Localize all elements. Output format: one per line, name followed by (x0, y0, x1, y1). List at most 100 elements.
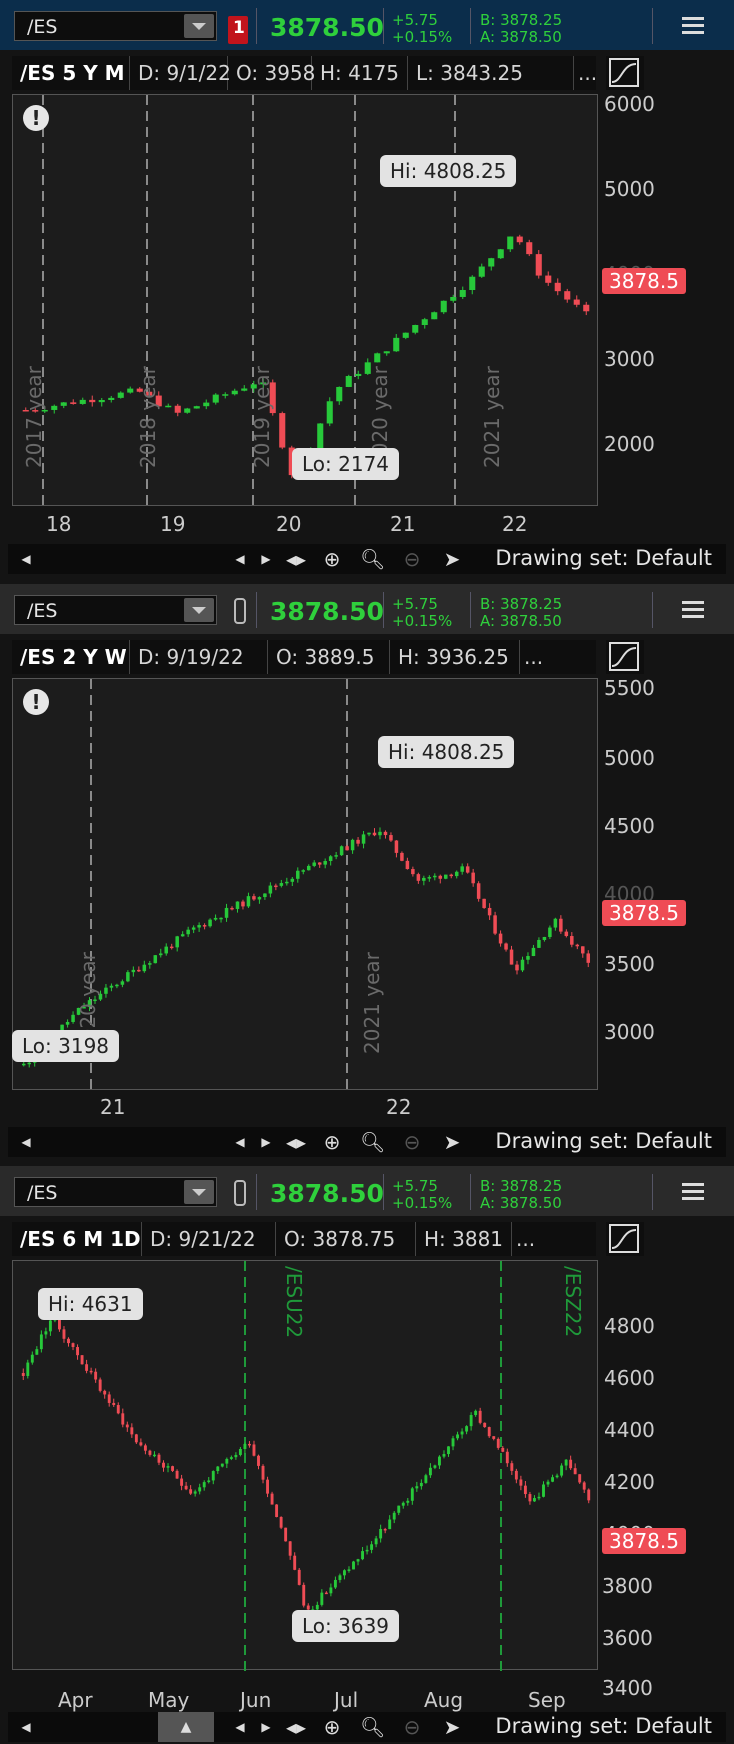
drawing-set-label[interactable]: Drawing set: Default (495, 1714, 712, 1738)
y-tick: 4400 (604, 1418, 655, 1442)
scroll-left-icon[interactable]: ◀ (14, 1131, 38, 1153)
chevron-down-icon[interactable] (184, 1180, 214, 1204)
candle (203, 402, 210, 407)
candle (389, 835, 393, 841)
bid-ask: B: 3878.25 A: 3878.50 (480, 596, 562, 630)
candle (21, 1063, 26, 1066)
candle (379, 1528, 383, 1539)
menu-icon[interactable] (682, 601, 704, 619)
change-value: +5.75 (392, 595, 438, 613)
candle (198, 1487, 202, 1492)
zoom-fit-icon[interactable]: ◂▸ (284, 1716, 308, 1738)
crosshair-icon[interactable]: ⊕ (320, 548, 344, 570)
link-group-badge[interactable]: 1 (228, 16, 248, 44)
more-info[interactable]: ... (520, 640, 560, 674)
chevron-down-icon[interactable] (184, 598, 214, 622)
candle (301, 870, 306, 872)
drawing-set-label[interactable]: Drawing set: Default (495, 546, 712, 570)
candle (315, 1604, 319, 1610)
cursor-icon[interactable]: ➤ (440, 548, 464, 570)
scroll-right-icon[interactable]: ▶ (254, 548, 278, 570)
chevron-down-icon[interactable] (184, 14, 214, 38)
zoom-fit-icon[interactable]: ◂▸ (284, 1131, 308, 1153)
candle (516, 236, 523, 243)
candle (336, 386, 343, 402)
candle (378, 831, 382, 836)
candle (180, 934, 185, 937)
candle (352, 1561, 355, 1570)
candle (365, 1549, 369, 1552)
candle (175, 1470, 179, 1479)
zoom-in-icon[interactable]: 🔍︎ (360, 1131, 385, 1153)
candle (343, 1570, 346, 1576)
scroll-right-icon[interactable]: ▶ (254, 1716, 278, 1738)
candle (252, 1444, 256, 1456)
menu-icon[interactable] (682, 1183, 704, 1201)
candle (174, 405, 181, 413)
warning-icon[interactable]: ! (23, 105, 49, 131)
zoom-fit-icon[interactable]: ◂▸ (284, 548, 308, 570)
last-price-marker: 3878.5 (602, 1528, 686, 1554)
candle (422, 877, 426, 881)
candle (67, 1338, 70, 1344)
crosshair-icon[interactable]: ⊕ (320, 1131, 344, 1153)
candle (235, 901, 240, 909)
zoom-out-icon[interactable]: ⊖ (400, 1131, 424, 1153)
cursor-icon[interactable]: ➤ (440, 1131, 464, 1153)
x-tick: 22 (502, 512, 528, 536)
zoom-in-icon[interactable]: 🔍︎ (360, 1716, 385, 1738)
scroll-left-icon[interactable]: ◀ (14, 1716, 38, 1738)
crosshair-icon[interactable]: ⊕ (320, 1716, 344, 1738)
candle (98, 400, 105, 403)
zoom-out-icon[interactable]: ⊖ (400, 548, 424, 570)
candle (496, 1438, 500, 1448)
chart-info-bar: /ES 6 M 1D D: 9/21/22 O: 3878.75 H: 3881… (12, 1222, 596, 1256)
studies-icon[interactable] (606, 56, 644, 90)
candle (347, 1569, 351, 1571)
scroll-left-icon[interactable]: ◀ (228, 1131, 252, 1153)
zoom-out-icon[interactable]: ⊖ (400, 1716, 424, 1738)
bar-high: H: 3881 (416, 1222, 512, 1256)
candle (229, 1457, 233, 1459)
candle (405, 860, 410, 870)
scroll-left-icon[interactable]: ◀ (228, 1716, 252, 1738)
drawing-set-label[interactable]: Drawing set: Default (495, 1129, 712, 1153)
symbol-selector[interactable]: /ES (14, 11, 217, 41)
expand-toolbar-icon[interactable]: ▲ (158, 1712, 214, 1742)
candle (180, 1478, 184, 1486)
bid-ask: B: 3878.25 A: 3878.50 (480, 1178, 562, 1212)
candle (370, 1544, 374, 1550)
link-chain-icon[interactable] (234, 1180, 246, 1206)
studies-icon[interactable] (606, 1222, 644, 1256)
quote-header: /ES 1 3878.50 +5.75 +0.15% B: 3878.25 A:… (0, 0, 734, 50)
bid-value: B: 3878.25 (480, 11, 563, 29)
candle (334, 855, 338, 857)
candle (569, 1459, 573, 1469)
warning-icon[interactable]: ! (23, 689, 49, 715)
cursor-icon[interactable]: ➤ (440, 1716, 464, 1738)
candle (401, 1502, 405, 1506)
studies-icon[interactable] (606, 640, 644, 674)
zoom-in-icon[interactable]: 🔍︎ (360, 548, 385, 570)
candle (125, 1424, 129, 1428)
more-info[interactable]: ... (574, 56, 600, 90)
y-tick: 4800 (604, 1314, 655, 1338)
scroll-right-icon[interactable]: ▶ (254, 1131, 278, 1153)
more-info[interactable]: ... (512, 1222, 552, 1256)
candle (345, 376, 352, 387)
candle (71, 1343, 75, 1348)
candle (333, 1579, 337, 1588)
candle (440, 300, 447, 313)
candle (121, 1413, 125, 1425)
scroll-left-icon[interactable]: ◀ (228, 548, 252, 570)
candle (582, 1482, 586, 1490)
scroll-left-icon[interactable]: ◀ (14, 548, 38, 570)
link-chain-icon[interactable] (234, 598, 246, 624)
low-label: Lo: 3198 (12, 1030, 120, 1062)
symbol-selector[interactable]: /ES (14, 595, 217, 625)
menu-icon[interactable] (682, 17, 704, 35)
candle (108, 397, 115, 401)
candle (421, 319, 428, 326)
symbol-selector[interactable]: /ES (14, 1177, 217, 1207)
candle (450, 296, 457, 301)
